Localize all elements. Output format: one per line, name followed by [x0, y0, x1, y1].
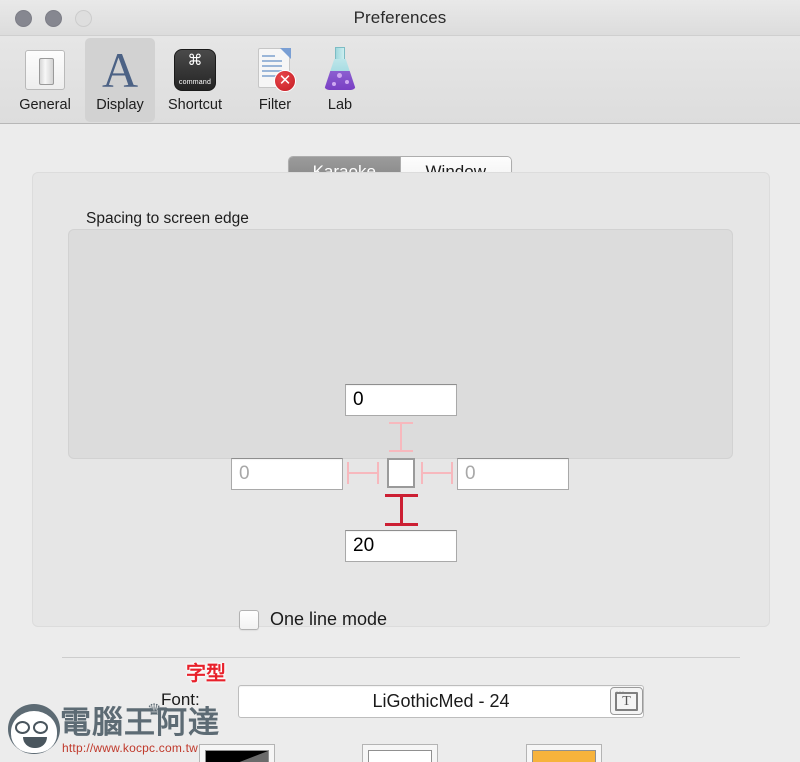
window-title: Preferences: [353, 8, 447, 27]
font-panel-t-icon: T: [615, 692, 638, 711]
spacing-bottom-input[interactable]: 20: [345, 530, 457, 562]
watermark-brand: 電腦王阿達: [60, 705, 220, 740]
spacing-section-label: Spacing to screen edge: [86, 210, 249, 227]
toolbar-item-display[interactable]: A Display: [85, 38, 155, 122]
toolbar-item-lab-label: Lab: [327, 97, 353, 113]
window-titlebar: Preferences: [0, 0, 800, 36]
color-well-group-lyrics: Lyrics 歌詞顏色: [320, 744, 480, 762]
watermark-url: http://www.kocpc.com.tw: [62, 741, 198, 755]
one-line-mode-label: One line mode: [270, 609, 388, 629]
font-value-field[interactable]: LiGothicMed - 24: [238, 685, 644, 718]
lyrics-color-well[interactable]: [362, 744, 438, 762]
dimension-marker-left-cap-inner: [377, 462, 379, 484]
dimension-marker-top: [400, 422, 402, 452]
dimension-marker-right: [421, 472, 453, 474]
display-preferences-pane: Karaoke Window Spacing to screen edge 螢幕…: [0, 124, 800, 762]
toolbar-item-lab[interactable]: Lab: [305, 38, 375, 122]
command-word: command: [178, 79, 212, 86]
dimension-marker-bottom: [400, 494, 403, 526]
toolbar-item-shortcut-label: Shortcut: [168, 97, 222, 113]
dimension-marker-left: [347, 472, 379, 474]
preferences-toolbar: General A Display ⌘ command Shortcut ✕ F…: [0, 36, 800, 124]
dimension-marker-right-cap-inner: [421, 462, 423, 484]
toolbar-item-filter[interactable]: ✕ Filter: [240, 38, 310, 122]
spacing-right-input[interactable]: 0: [457, 458, 569, 490]
switch-icon: [25, 50, 65, 90]
flask-icon: [318, 46, 362, 92]
one-line-mode-checkbox[interactable]: [239, 609, 259, 630]
toolbar-item-filter-label: Filter: [258, 97, 292, 113]
spacing-left-input[interactable]: 0: [231, 458, 343, 490]
dimension-marker-bottom-cap-lower: [385, 523, 418, 526]
font-annotation-cn: 字型: [186, 663, 226, 685]
error-badge-icon: ✕: [274, 70, 296, 92]
letter-a-icon: A: [101, 42, 139, 98]
section-divider: [62, 657, 740, 658]
command-glyph: ⌘: [187, 52, 203, 69]
dimension-marker-bottom-cap-upper: [385, 494, 418, 497]
command-key-icon: ⌘ command: [174, 49, 216, 91]
dimension-marker-top-cap-lower: [389, 450, 413, 452]
one-line-mode-row[interactable]: One line mode: [239, 609, 387, 630]
dimension-marker-right-cap-outer: [451, 462, 453, 484]
dimension-marker-top-cap-upper: [389, 422, 413, 424]
toolbar-item-shortcut[interactable]: ⌘ command Shortcut: [160, 38, 230, 122]
toolbar-item-display-label: Display: [96, 97, 144, 113]
preferences-window: Preferences General A Display ⌘ command …: [0, 0, 800, 762]
dimension-marker-left-cap-outer: [347, 462, 349, 484]
toolbar-item-general-label: General: [19, 97, 71, 113]
toolbar-item-general[interactable]: General: [10, 38, 80, 122]
font-panel-button[interactable]: ··· T: [610, 687, 643, 715]
shadow-color-well[interactable]: [526, 744, 602, 762]
document-x-icon: ✕: [255, 46, 296, 92]
color-well-group-shadow: Shadow 陰影顏色: [484, 744, 644, 762]
lyrics-color-swatch: [368, 750, 432, 762]
screen-preview-square: [387, 458, 415, 488]
mascot-face-icon: [8, 704, 60, 754]
shadow-color-swatch: [532, 750, 596, 762]
site-watermark: ♛ 電腦王阿達 http://www.kocpc.com.tw: [8, 700, 238, 758]
spacing-top-input[interactable]: 0: [345, 384, 457, 416]
